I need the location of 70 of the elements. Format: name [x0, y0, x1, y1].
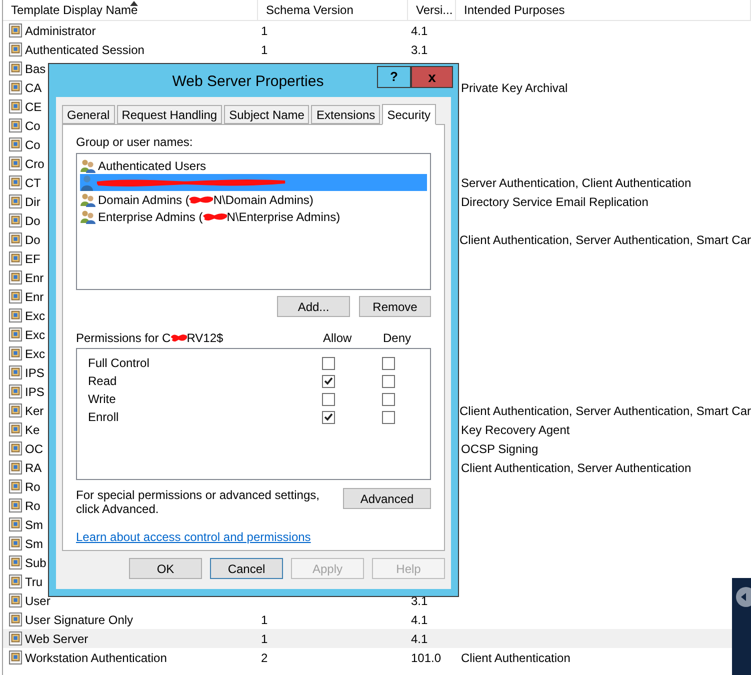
intended-purposes: Client Authentication, Server Authentication, Smart Car: [460, 232, 751, 246]
advanced-hint: For special permissions or advanced settings, click Advanced.: [76, 488, 320, 516]
intended-purposes: Key Recovery Agent: [461, 422, 570, 436]
template-name: Sub: [25, 554, 46, 572]
group-label: Group or user names:: [76, 134, 194, 151]
version: 4.1: [411, 24, 428, 38]
template-name: Exc: [25, 308, 46, 324]
intended-purposes: Client Authentication: [461, 650, 570, 664]
window-title: Web Server Properties: [171, 72, 325, 92]
template-name: RA: [25, 460, 42, 476]
permission-name: Enroll: [88, 409, 120, 426]
schema-version: 1: [261, 42, 268, 56]
template-name: Sm: [25, 536, 43, 552]
intended-purposes: Server Authentication, Client Authentication: [461, 176, 692, 190]
intended-purposes: Client Authentication, Server Authentication, Smart Car: [460, 404, 751, 418]
template-name: Ke: [25, 422, 40, 438]
template-name: Exc: [25, 346, 46, 362]
permission-name: Full Control: [88, 355, 150, 372]
intended-purposes: OCSP Signing: [461, 442, 538, 456]
template-name: Ker: [25, 402, 44, 420]
template-name: Tru: [25, 574, 43, 590]
schema-version: 1: [261, 632, 268, 646]
version: 4.1: [411, 632, 428, 646]
template-name: CT: [25, 174, 41, 192]
template-name: Administrator: [25, 22, 96, 40]
allow-header: Allow: [323, 330, 353, 347]
permission-name: Read: [88, 373, 118, 390]
schema-version: 2: [261, 650, 268, 664]
schema-version: 1: [261, 24, 268, 38]
template-name: Cro: [25, 156, 44, 172]
permissions-label: Permissions for C: [76, 330, 171, 347]
template-name: OC: [25, 440, 43, 458]
principal-domain: N\Enterprise Admins): [226, 208, 340, 226]
template-name: Co: [25, 136, 40, 154]
intended-purposes: Client Authentication, Server Authentication: [461, 460, 692, 474]
schema-version: 1: [261, 612, 268, 626]
template-name: Bas: [25, 60, 46, 78]
permission-name: Write: [88, 391, 117, 408]
template-name: Co: [25, 118, 40, 134]
version: 101.0: [411, 650, 442, 664]
template-name: Ro: [25, 478, 40, 496]
template-name: EF: [25, 250, 40, 268]
template-name: CE: [25, 98, 42, 116]
template-name: Sm: [25, 516, 43, 534]
template-name: Enr: [25, 288, 44, 306]
template-name: Dir: [25, 194, 40, 210]
template-name: IPS: [25, 384, 44, 400]
principal-name: Authenticated Users: [98, 158, 206, 174]
template-name: Authenticated Session: [25, 42, 144, 58]
template-name: Ro: [25, 498, 40, 514]
deny-header: Deny: [383, 330, 412, 347]
intended-purposes: Directory Service Email Replication: [461, 194, 648, 208]
template-name: Enr: [25, 270, 44, 286]
template-name: Exc: [25, 326, 46, 344]
template-name: User Signature Only: [25, 612, 134, 628]
permissions-account: RV12$: [186, 330, 224, 347]
version: 3.1: [411, 594, 428, 608]
template-name: Do: [25, 232, 40, 248]
version: 3.1: [411, 42, 428, 56]
template-name: User: [25, 592, 50, 610]
principal-domain: N\Domain Admins): [213, 192, 314, 208]
template-name: IPS: [25, 364, 44, 382]
template-name: Web Server: [25, 630, 88, 648]
principal-name: Domain Admins (: [98, 192, 190, 208]
principal-name: Enterprise Admins (: [98, 208, 203, 226]
intended-purposes: Private Key Archival: [461, 80, 568, 94]
template-name: CA: [25, 80, 42, 96]
template-name: Workstation Authentication: [25, 650, 167, 666]
version: 4.1: [411, 612, 428, 626]
template-name: Do: [25, 212, 40, 230]
